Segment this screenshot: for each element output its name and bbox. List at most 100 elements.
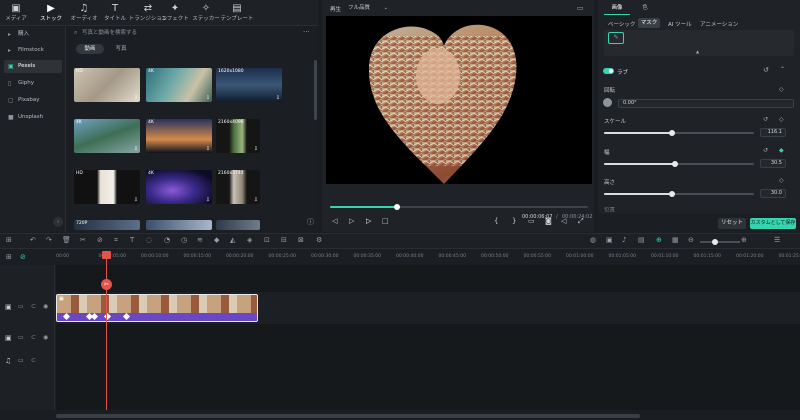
add-keyframe-icon[interactable]: ◇ <box>779 86 784 93</box>
stock-thumbnail[interactable] <box>216 220 260 230</box>
download-icon[interactable]: ⇩ <box>206 95 210 101</box>
undo-icon[interactable]: ↶ <box>30 236 36 244</box>
eye-icon[interactable]: ◉ <box>43 334 48 341</box>
save-custom-button[interactable]: カスタムとして保存 <box>750 218 796 229</box>
height-slider-handle[interactable] <box>668 191 675 197</box>
playhead-handle[interactable] <box>102 251 111 259</box>
redo-icon[interactable]: ↷ <box>46 236 52 244</box>
split-icon[interactable]: ✂ <box>80 236 86 244</box>
rotation-input[interactable]: 0.00° <box>618 99 794 108</box>
folder-icon[interactable]: ▭ <box>18 334 24 341</box>
render-icon[interactable]: ⊕ <box>656 236 662 244</box>
mask-preset-thumb[interactable]: ✎ <box>608 32 624 44</box>
download-icon[interactable]: ⇩ <box>134 197 138 203</box>
text-icon[interactable]: T <box>130 236 134 244</box>
split-marker-icon[interactable]: ✂ <box>101 279 112 290</box>
snapshot-icon[interactable]: ▭ <box>577 4 584 12</box>
stock-thumbnail[interactable]: 4K ⇩ <box>146 68 212 102</box>
width-value[interactable]: 30.5 <box>760 159 786 168</box>
zoom-out-icon[interactable]: ⊖ <box>688 236 694 244</box>
stock-thumbnail[interactable]: HD ⇩ <box>74 68 140 102</box>
download-icon[interactable]: ⇩ <box>134 95 138 101</box>
stock-thumbnail[interactable]: 4K ⇩ <box>74 119 140 153</box>
subtab-mask[interactable]: マスク <box>638 18 660 28</box>
reset-button[interactable]: リセット <box>718 218 746 229</box>
height-slider[interactable] <box>604 191 754 197</box>
stop-icon[interactable]: □ <box>382 217 389 225</box>
stabilize-icon[interactable]: ⊡ <box>264 236 270 244</box>
library-scrollbar[interactable] <box>314 60 317 120</box>
collapse-sidebar-button[interactable]: ‹ <box>53 217 63 227</box>
disable-icon[interactable]: ⊘ <box>97 236 103 244</box>
sidebar-item-unsplash[interactable]: ■ Unsplash <box>4 111 62 124</box>
download-icon[interactable]: ⇩ <box>254 197 258 203</box>
play-icon[interactable]: ▷ <box>366 217 371 225</box>
subtab-ai-tools[interactable]: AI ツール <box>668 20 692 28</box>
sidebar-item-filmstock[interactable]: ▸ Filmstock <box>4 44 62 57</box>
track-settings-icon[interactable]: ⊞ <box>6 253 12 261</box>
scale-slider-handle[interactable] <box>668 130 675 136</box>
zoom-slider[interactable] <box>700 239 740 245</box>
love-toggle[interactable] <box>603 68 614 74</box>
fullscreen-icon[interactable]: ⤢ <box>578 217 584 226</box>
height-keyframe-icon[interactable]: ◇ <box>779 177 784 184</box>
grid-icon[interactable]: ▦ <box>672 236 679 244</box>
camera-icon[interactable]: ◙ <box>545 217 552 225</box>
detach-icon[interactable]: ⊟ <box>281 236 287 244</box>
previous-frame-icon[interactable]: ◁ <box>332 217 337 225</box>
volume-icon[interactable]: ◁ <box>561 217 566 225</box>
mark-out-icon[interactable]: } <box>512 217 516 225</box>
snapshot-tl-icon[interactable]: ▣ <box>606 236 613 244</box>
crop-icon[interactable]: ⌗ <box>114 236 118 245</box>
group-icon[interactable]: ⊠ <box>298 236 304 244</box>
step-forward-icon[interactable]: ▷ <box>349 217 354 225</box>
zoom-slider-handle[interactable] <box>712 239 718 245</box>
scale-keyframe-icon[interactable]: ◇ <box>779 116 784 123</box>
reset-width-icon[interactable]: ↺ <box>763 147 768 154</box>
mark-in-icon[interactable]: { <box>494 217 498 225</box>
stock-thumbnail[interactable]: 4K ⇩ <box>146 170 212 204</box>
width-keyframe-icon[interactable]: ◆ <box>779 147 784 154</box>
timer-icon[interactable]: ◷ <box>181 236 187 244</box>
sidebar-item-purchase[interactable]: ▸ 購入 <box>4 28 62 41</box>
tab-stock[interactable]: ▶ ストック <box>33 3 69 23</box>
mic-icon[interactable]: ♪ <box>622 236 626 244</box>
stock-thumbnail[interactable]: HD ⇩ <box>74 170 140 204</box>
tab-template[interactable]: ▤ テンプレート <box>219 3 255 23</box>
lock-icon[interactable]: ⊂ <box>31 357 36 364</box>
mask-icon[interactable]: ◭ <box>230 236 235 244</box>
layout-icon[interactable]: ⊞ <box>6 236 12 244</box>
download-icon[interactable]: ⇩ <box>276 95 280 101</box>
keyframe-icon[interactable]: ◆ <box>214 236 219 244</box>
audio-wave-icon[interactable]: ≋ <box>197 236 203 244</box>
subtab-basic[interactable]: ベーシック <box>608 20 635 28</box>
eye-icon[interactable]: ◉ <box>43 303 48 310</box>
display-icon[interactable]: ▭ <box>528 217 535 225</box>
height-value[interactable]: 30.0 <box>760 189 786 198</box>
timeline-menu-icon[interactable]: ☰ <box>774 236 780 244</box>
search-input[interactable]: ⌕ 写真と動画を検索する <box>72 28 300 38</box>
tab-media[interactable]: ▣ メディア <box>0 3 34 23</box>
stock-thumbnail[interactable]: 2160x4096 ⇩ <box>216 119 260 153</box>
stock-thumbnail[interactable]: 2160x3744 ⇩ <box>216 170 260 204</box>
stock-thumbnail[interactable]: 720P <box>74 220 140 230</box>
quality-select[interactable]: フル品質 ⌄ <box>348 4 390 13</box>
scale-slider[interactable] <box>604 130 754 136</box>
sidebar-item-pexels[interactable]: ▣ Pexels <box>4 60 62 73</box>
marker-icon[interactable]: ◍ <box>590 236 596 244</box>
lock-icon[interactable]: ⊂ <box>31 303 36 310</box>
video-canvas[interactable] <box>326 16 592 184</box>
folder-icon[interactable]: ▭ <box>18 303 24 310</box>
download-icon[interactable]: ⇩ <box>206 146 210 152</box>
scale-value[interactable]: 116.1 <box>760 128 786 137</box>
collapse-section-icon[interactable]: ⌃ <box>780 66 785 73</box>
subtab-animation[interactable]: アニメーション <box>700 20 738 28</box>
info-icon[interactable]: ⓘ <box>307 217 314 227</box>
zoom-in-icon[interactable]: ⊕ <box>741 236 747 244</box>
tab-image[interactable]: 画像 <box>604 2 630 15</box>
tab-color[interactable]: 色 <box>636 2 654 15</box>
rotation-dial[interactable] <box>603 98 612 107</box>
lock-icon[interactable]: ⊂ <box>31 334 36 341</box>
reset-section-icon[interactable]: ↺ <box>763 66 769 74</box>
settings-icon[interactable]: ⚙ <box>316 236 322 244</box>
